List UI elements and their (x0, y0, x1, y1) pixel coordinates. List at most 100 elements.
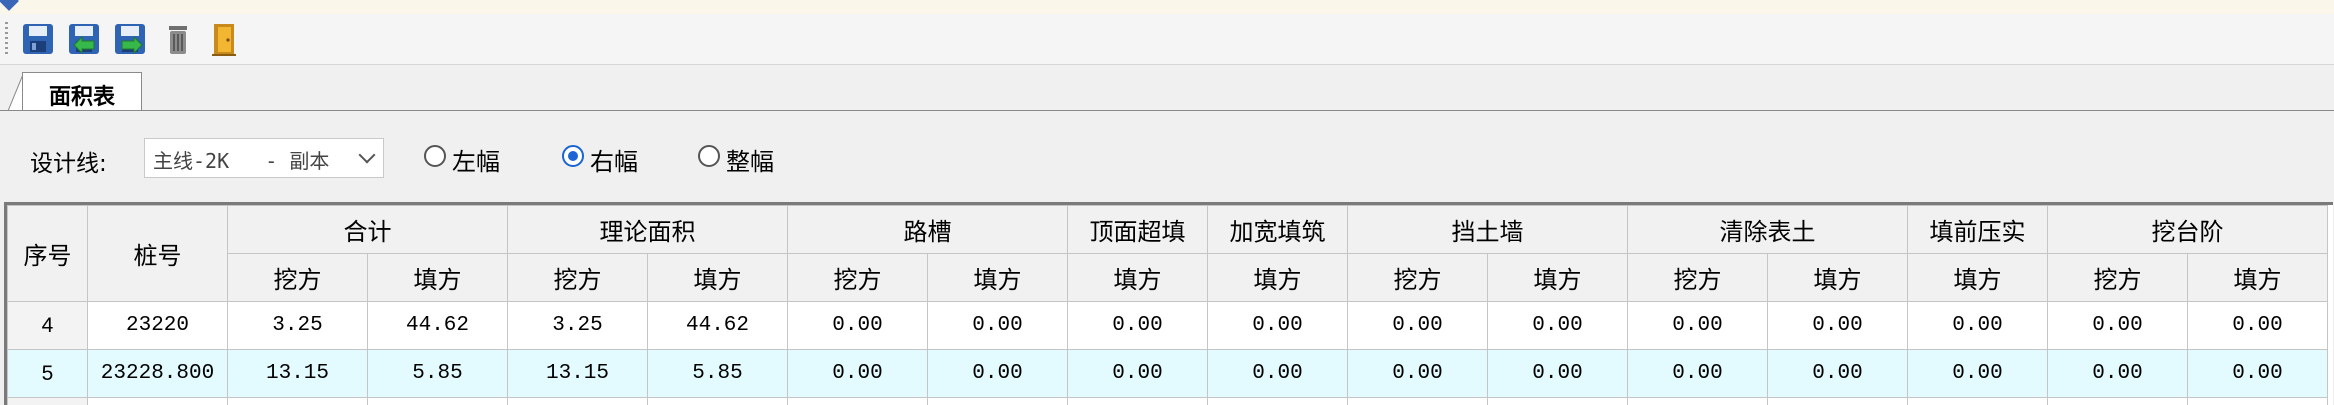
table-cell[interactable] (1768, 398, 1908, 405)
table-cell[interactable]: 13.15 (508, 350, 648, 398)
table-cell[interactable]: 13.15 (228, 350, 368, 398)
design-line-select[interactable]: 主线-2K - 副本 (144, 138, 384, 178)
table-cell[interactable] (788, 398, 928, 405)
sub-header[interactable]: 填方 (648, 254, 788, 302)
table-cell[interactable]: 0.00 (788, 302, 928, 350)
table-cell[interactable] (928, 398, 1068, 405)
toolbar-grip[interactable] (5, 22, 8, 56)
table-cell[interactable] (508, 398, 648, 405)
group-header-theoretical-area[interactable]: 理论面积 (508, 206, 788, 254)
group-header-pre-fill-compaction[interactable]: 填前压实 (1908, 206, 2048, 254)
table-cell[interactable]: 0.00 (1488, 302, 1628, 350)
save-icon[interactable] (18, 19, 60, 59)
group-header-retaining-wall[interactable]: 挡土墙 (1348, 206, 1628, 254)
tab-area-table[interactable]: 面积表 (22, 72, 142, 111)
sub-header[interactable]: 挖方 (1628, 254, 1768, 302)
design-line-value: 主线-2K - 副本 (153, 145, 329, 174)
table-cell[interactable]: 0.00 (2048, 350, 2188, 398)
table-cell[interactable]: 3.25 (508, 302, 648, 350)
col-header-seq[interactable]: 序号 (8, 206, 88, 302)
sub-header[interactable]: 挖方 (788, 254, 928, 302)
table-cell[interactable]: 0.00 (1488, 350, 1628, 398)
title-bar (0, 0, 2334, 14)
table-cell[interactable]: 5.85 (648, 350, 788, 398)
import-icon[interactable] (64, 19, 106, 59)
sub-header[interactable]: 挖方 (508, 254, 648, 302)
exit-door-icon[interactable] (204, 19, 246, 59)
table-cell[interactable] (1908, 398, 2048, 405)
tab-divider (0, 110, 2334, 111)
row-seq: 4 (8, 302, 88, 350)
table-cell[interactable]: 0.00 (1068, 350, 1208, 398)
sub-header[interactable]: 填方 (1068, 254, 1208, 302)
table-cell[interactable]: 0.00 (1348, 302, 1488, 350)
sub-header[interactable]: 填方 (928, 254, 1068, 302)
export-icon[interactable] (110, 19, 152, 59)
group-header-widening-fill[interactable]: 加宽填筑 (1208, 206, 1348, 254)
group-header-steps[interactable]: 挖台阶 (2048, 206, 2328, 254)
delete-icon[interactable] (158, 19, 200, 59)
sub-header[interactable]: 填方 (1908, 254, 2048, 302)
sub-header[interactable]: 挖方 (2048, 254, 2188, 302)
table-cell[interactable]: 0.00 (1768, 350, 1908, 398)
sub-header[interactable]: 填方 (1208, 254, 1348, 302)
table-row-selected[interactable]: 5 23228.800 13.15 5.85 13.15 5.85 0.00 0… (8, 350, 2328, 398)
table-cell[interactable] (1348, 398, 1488, 405)
table-cell[interactable]: 0.00 (1208, 350, 1348, 398)
table-cell[interactable] (1628, 398, 1768, 405)
table-cell[interactable]: 0.00 (1348, 350, 1488, 398)
table-cell[interactable] (2188, 398, 2328, 405)
sub-header[interactable]: 挖方 (228, 254, 368, 302)
col-header-station[interactable]: 桩号 (88, 206, 228, 302)
group-header-topsoil-removal[interactable]: 清除表土 (1628, 206, 1908, 254)
table-cell[interactable] (648, 398, 788, 405)
toolbar (0, 14, 2334, 65)
table-cell[interactable]: 0.00 (1068, 302, 1208, 350)
table-cell[interactable]: 3.25 (228, 302, 368, 350)
table-cell[interactable] (1068, 398, 1208, 405)
table-cell[interactable]: 0.00 (1628, 350, 1768, 398)
table-cell[interactable]: 0.00 (2188, 302, 2328, 350)
sub-header[interactable]: 填方 (1768, 254, 1908, 302)
sub-header[interactable]: 填方 (2188, 254, 2328, 302)
radio-left-label: 左幅 (452, 142, 500, 177)
radio-whole-label: 整幅 (726, 142, 774, 177)
area-table: 序号 桩号 合计 理论面积 路槽 顶面超填 加宽填筑 挡土墙 清除表土 填前压实… (7, 205, 2328, 405)
sub-header[interactable]: 填方 (368, 254, 508, 302)
table-cell[interactable]: 5.85 (368, 350, 508, 398)
group-header-top-overfill[interactable]: 顶面超填 (1068, 206, 1208, 254)
table-cell[interactable] (368, 398, 508, 405)
tab-strip (0, 65, 2334, 111)
area-grid[interactable]: 序号 桩号 合计 理论面积 路槽 顶面超填 加宽填筑 挡土墙 清除表土 填前压实… (4, 202, 2333, 405)
table-cell[interactable] (1488, 398, 1628, 405)
radio-circle (698, 145, 720, 167)
table-cell[interactable]: 0.00 (928, 350, 1068, 398)
table-cell[interactable]: 0.00 (1908, 350, 2048, 398)
table-cell[interactable]: 0.00 (1208, 302, 1348, 350)
row-station[interactable]: 23228.800 (88, 350, 228, 398)
table-cell[interactable] (2048, 398, 2188, 405)
table-row-partial[interactable] (8, 398, 2328, 405)
table-cell[interactable]: 0.00 (2048, 302, 2188, 350)
row-station[interactable]: 23220 (88, 302, 228, 350)
design-line-label: 设计线: (30, 144, 107, 178)
radio-circle (424, 145, 446, 167)
table-cell[interactable]: 0.00 (788, 350, 928, 398)
table-cell[interactable] (1208, 398, 1348, 405)
table-row[interactable]: 4 23220 3.25 44.62 3.25 44.62 0.00 0.00 … (8, 302, 2328, 350)
table-cell[interactable]: 0.00 (1628, 302, 1768, 350)
table-cell[interactable]: 0.00 (1768, 302, 1908, 350)
table-cell[interactable] (88, 398, 228, 405)
table-cell[interactable]: 0.00 (2188, 350, 2328, 398)
table-cell[interactable]: 44.62 (648, 302, 788, 350)
table-cell[interactable]: 44.62 (368, 302, 508, 350)
sub-header[interactable]: 填方 (1488, 254, 1628, 302)
table-cell[interactable]: 0.00 (928, 302, 1068, 350)
table-cell[interactable]: 0.00 (1908, 302, 2048, 350)
sub-header[interactable]: 挖方 (1348, 254, 1488, 302)
chevron-down-icon (359, 147, 376, 164)
group-header-total[interactable]: 合计 (228, 206, 508, 254)
tab-label: 面积表 (23, 79, 141, 111)
table-cell[interactable] (228, 398, 368, 405)
group-header-road-trough[interactable]: 路槽 (788, 206, 1068, 254)
